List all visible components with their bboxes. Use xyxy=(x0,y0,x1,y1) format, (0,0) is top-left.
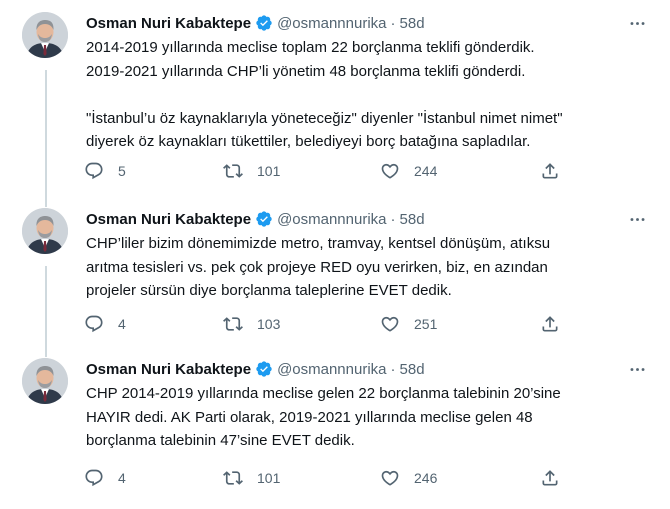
reply-icon xyxy=(85,162,103,180)
like-button[interactable]: 246 xyxy=(380,466,437,490)
author-handle[interactable]: @osmannnurika xyxy=(277,211,386,228)
verified-badge-icon xyxy=(255,360,273,378)
share-button[interactable] xyxy=(540,159,560,183)
retweet-count: 101 xyxy=(257,163,281,179)
more-options-icon[interactable] xyxy=(626,208,648,230)
retweet-count: 101 xyxy=(257,470,281,486)
heart-icon xyxy=(381,163,399,179)
tweet-timestamp[interactable]: 58d xyxy=(400,361,425,378)
reply-icon xyxy=(85,315,103,333)
author-name[interactable]: Osman Nuri Kabaktepe xyxy=(86,361,251,378)
share-icon xyxy=(542,470,558,486)
tweet-actions: 4 101 246 xyxy=(84,466,584,490)
verified-badge-icon xyxy=(255,14,273,32)
share-icon xyxy=(542,163,558,179)
thread-line xyxy=(45,346,47,357)
retweet-button[interactable]: 101 xyxy=(223,466,280,490)
retweet-button[interactable]: 103 xyxy=(223,312,280,336)
tweet-actions: 4 103 251 xyxy=(84,312,584,336)
tweet-timestamp[interactable]: 58d xyxy=(400,15,425,32)
tweet-text-line: "İstanbul’u öz kaynaklarıyla yöneteceğiz… xyxy=(86,109,563,127)
reply-button[interactable]: 5 xyxy=(84,159,126,183)
tweet-text: CHP’liler bizim dönemimizde metro, tramv… xyxy=(86,232,656,303)
tweet-text: 2014-2019 yıllarında meclise toplam 22 b… xyxy=(86,36,656,154)
thread-line xyxy=(45,70,47,196)
retweet-icon xyxy=(223,471,243,485)
avatar-image xyxy=(22,358,68,404)
heart-icon xyxy=(381,470,399,486)
retweet-button[interactable]: 101 xyxy=(223,159,280,183)
avatar[interactable] xyxy=(22,358,68,404)
avatar[interactable] xyxy=(22,208,68,254)
reply-button[interactable]: 4 xyxy=(84,312,126,336)
tweet-header: Osman Nuri Kabaktepe @osmannnurika · 58d xyxy=(86,208,425,230)
tweet-text-line: 2014-2019 yıllarında meclise toplam 22 b… xyxy=(86,39,535,56)
reply-count: 4 xyxy=(118,316,126,332)
author-handle[interactable]: @osmannnurika xyxy=(277,361,386,378)
avatar[interactable] xyxy=(22,12,68,58)
tweet-text-line: 2019-2021 yıllarında CHP’li yönetim 48 b… xyxy=(86,62,526,80)
tweet-timestamp[interactable]: 58d xyxy=(400,211,425,228)
tweet-text: CHP 2014-2019 yıllarında meclise gelen 2… xyxy=(86,382,656,453)
more-options-icon[interactable] xyxy=(626,358,648,380)
tweet-text-line: arıtma tesisleri vs. pek çok projeye RED… xyxy=(86,258,548,276)
tweet[interactable]: Osman Nuri Kabaktepe @osmannnurika · 58d… xyxy=(0,0,670,196)
reply-count: 4 xyxy=(118,470,126,486)
tweet-text-line: borçlanma talebinin 47’sine EVET dedik. xyxy=(86,432,355,449)
reply-count: 5 xyxy=(118,163,126,179)
tweet-text-line: diyerek öz kaynakları tükettiler, beledi… xyxy=(86,133,531,150)
author-handle[interactable]: @osmannnurika xyxy=(277,15,386,32)
share-button[interactable] xyxy=(540,466,560,490)
verified-badge-icon xyxy=(255,210,273,228)
more-options-icon[interactable] xyxy=(626,12,648,34)
reply-button[interactable]: 4 xyxy=(84,466,126,490)
thread-line xyxy=(45,266,47,346)
author-name[interactable]: Osman Nuri Kabaktepe xyxy=(86,211,251,228)
tweet-text-line: CHP’liler bizim dönemimizde metro, tramv… xyxy=(86,235,551,252)
tweet-text-line: projeler sürsün diye borçlanma talepleri… xyxy=(86,282,452,299)
separator-dot: · xyxy=(390,360,396,378)
like-count: 244 xyxy=(414,163,438,179)
separator-dot: · xyxy=(390,14,396,32)
author-name[interactable]: Osman Nuri Kabaktepe xyxy=(86,15,251,32)
reply-icon xyxy=(85,469,103,487)
tweet-header: Osman Nuri Kabaktepe @osmannnurika · 58d xyxy=(86,358,425,380)
tweet[interactable]: Osman Nuri Kabaktepe @osmannnurika · 58d… xyxy=(0,346,670,509)
separator-dot: · xyxy=(390,210,396,228)
retweet-icon xyxy=(223,164,243,178)
heart-icon xyxy=(381,316,399,332)
tweet-actions: 5 101 244 xyxy=(84,159,584,183)
retweet-icon xyxy=(223,317,243,331)
tweet[interactable]: Osman Nuri Kabaktepe @osmannnurika · 58d… xyxy=(0,196,670,346)
share-icon xyxy=(542,316,558,332)
avatar-image xyxy=(22,12,68,58)
like-count: 251 xyxy=(414,316,438,332)
paragraph-break xyxy=(86,83,656,107)
avatar-image xyxy=(22,208,68,254)
tweet-text-line: HAYIR dedi. AK Parti olarak, 2019-2021 y… xyxy=(86,408,533,426)
retweet-count: 103 xyxy=(257,316,281,332)
thread-line xyxy=(45,196,47,207)
tweet-header: Osman Nuri Kabaktepe @osmannnurika · 58d xyxy=(86,12,425,34)
share-button[interactable] xyxy=(540,312,560,336)
tweet-text-line: CHP 2014-2019 yıllarında meclise gelen 2… xyxy=(86,385,561,402)
like-button[interactable]: 251 xyxy=(380,312,437,336)
like-count: 246 xyxy=(414,470,438,486)
like-button[interactable]: 244 xyxy=(380,159,437,183)
